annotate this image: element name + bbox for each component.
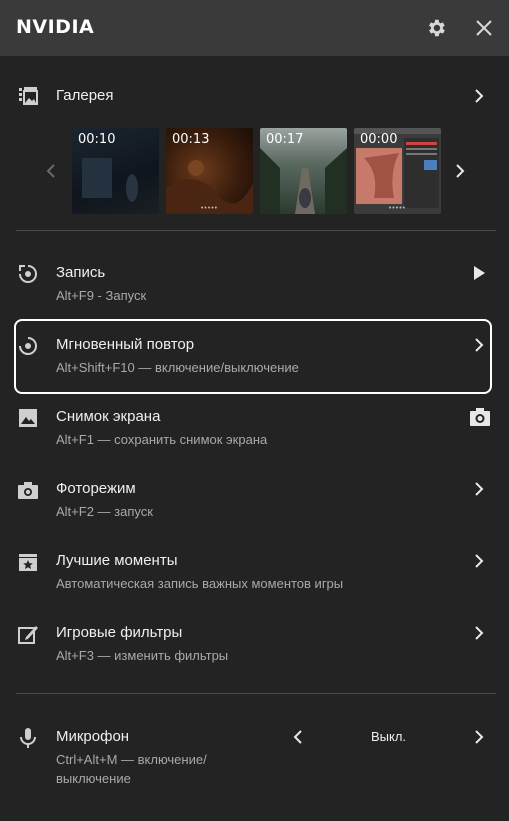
photo-mode-row[interactable]: Фоторежим Alt+F2 — запуск [16, 478, 494, 522]
gallery-thumbnail[interactable]: 00:13 ••••• [166, 128, 253, 214]
thumbnail-dots: ••••• [388, 205, 407, 212]
chevron-right-icon[interactable] [472, 89, 486, 103]
highlights-title: Лучшие моменты [56, 552, 178, 569]
close-icon[interactable] [472, 16, 496, 40]
photo-mode-shortcut: Alt+F2 — запуск [56, 504, 153, 519]
instant-replay-shortcut: Alt+Shift+F10 — включение/выключение [56, 360, 299, 375]
microphone-shortcut-line2: выключение [56, 771, 131, 786]
photo-mode-title: Фоторежим [56, 480, 136, 497]
thumbnail-duration: 00:00 [360, 132, 398, 147]
microphone-state-value: Выкл. [371, 729, 407, 744]
play-icon[interactable] [472, 266, 486, 280]
record-icon [16, 262, 40, 286]
app-title: NVIDIA [16, 16, 95, 38]
microphone-next-icon[interactable] [472, 730, 486, 744]
record-shortcut: Alt+F9 - Запуск [56, 288, 147, 303]
instant-replay-icon [16, 334, 40, 358]
microphone-shortcut-line1: Ctrl+Alt+M — включение/ [56, 752, 207, 767]
edit-filter-icon [16, 622, 40, 646]
gallery-row[interactable]: Галерея [16, 84, 494, 108]
camera-icon[interactable] [470, 408, 490, 426]
chevron-right-icon[interactable] [472, 554, 486, 568]
divider [16, 230, 496, 231]
chevron-right-icon[interactable] [472, 626, 486, 640]
gallery-thumbnail[interactable]: 00:00 ••••• [354, 128, 441, 214]
microphone-row: Микрофон Ctrl+Alt+M — включение/ выключе… [16, 726, 494, 788]
gallery-prev-icon[interactable] [46, 164, 56, 178]
highlights-row[interactable]: Лучшие моменты Автоматическая запись важ… [16, 550, 494, 594]
gallery-icon [16, 84, 40, 108]
game-filters-title: Игровые фильтры [56, 624, 183, 641]
gallery-thumbnail[interactable]: 00:17 [260, 128, 347, 214]
game-filters-shortcut: Alt+F3 — изменить фильтры [56, 648, 229, 663]
thumbnail-dots: ••••• [200, 205, 219, 212]
instant-replay-row[interactable]: Мгновенный повтор Alt+Shift+F10 — включе… [16, 334, 494, 378]
microphone-title: Микрофон [56, 728, 130, 745]
chevron-right-icon[interactable] [472, 482, 486, 496]
instant-replay-title: Мгновенный повтор [56, 336, 195, 353]
chevron-right-icon[interactable] [472, 338, 486, 352]
highlights-description: Автоматическая запись важных моментов иг… [56, 576, 344, 591]
screenshot-title: Снимок экрана [56, 408, 161, 425]
record-row[interactable]: Запись Alt+F9 - Запуск [16, 262, 494, 306]
thumbnail-duration: 00:17 [266, 132, 304, 147]
microphone-prev-icon[interactable] [292, 730, 304, 744]
thumbnail-duration: 00:13 [172, 132, 210, 147]
overlay-header: NVIDIA [0, 0, 509, 56]
clapperboard-star-icon [16, 550, 40, 574]
gallery-label: Галерея [56, 87, 114, 104]
image-icon [16, 406, 40, 430]
gallery-thumbnail[interactable]: 00:10 [72, 128, 159, 214]
camera-icon [16, 478, 40, 502]
divider [16, 693, 496, 694]
screenshot-row[interactable]: Снимок экрана Alt+F1 — сохранить снимок … [16, 406, 494, 450]
gallery-next-icon[interactable] [455, 164, 465, 178]
thumbnail-duration: 00:10 [78, 132, 116, 147]
record-title: Запись [56, 264, 106, 281]
microphone-icon [16, 726, 40, 750]
screenshot-shortcut: Alt+F1 — сохранить снимок экрана [56, 432, 268, 447]
game-filters-row[interactable]: Игровые фильтры Alt+F3 — изменить фильтр… [16, 622, 494, 666]
gear-icon[interactable] [424, 16, 448, 40]
